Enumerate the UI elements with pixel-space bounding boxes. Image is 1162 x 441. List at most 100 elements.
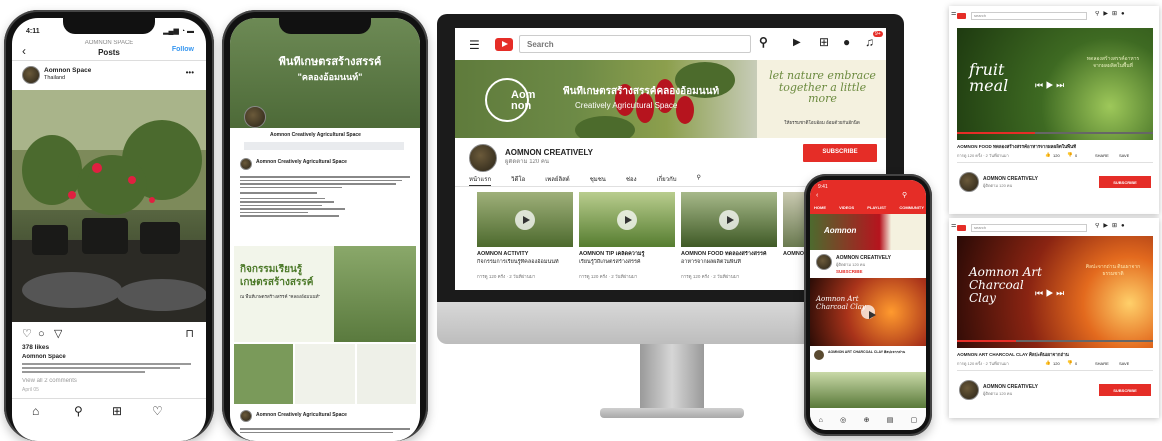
vp2-save[interactable]: SAVE [1119,361,1129,366]
vp1-channel-name[interactable]: AOMNON CREATIVELY [983,176,1038,182]
vp2-like-icon[interactable]: 👍 [1045,360,1051,366]
vp1-logo[interactable] [957,13,966,19]
footer-avatar[interactable] [240,410,252,422]
post-photo[interactable] [12,90,206,322]
view-comments-link[interactable]: View all 2 comments [22,378,77,386]
search-input[interactable]: Search [519,35,751,53]
vp1-subscribe-button[interactable]: SUBSCRIBE [1099,176,1151,188]
vp1-dislikes[interactable]: 0 [1075,153,1077,158]
vp1-controls[interactable]: ⏮ ▶ ⏭ [1035,80,1064,91]
back-icon[interactable]: ‹ [816,192,818,201]
mobile-search-icon[interactable]: ⚲ [902,192,907,201]
page-name[interactable]: Aomnon Creatively Agricultural Space [270,132,410,138]
page-avatar[interactable] [244,106,266,128]
activity-icon[interactable]: ♡ [152,404,163,419]
apps-icon[interactable]: ⊞ [819,35,829,50]
video-title[interactable]: AOMNON ACTIVITY [477,251,573,258]
vp1-menu-icon[interactable]: ☰ [951,11,956,19]
video-card[interactable]: AOMNON FOOD ทดลองสร้างสรรค์ อาหารจากผลผล… [681,192,777,286]
vp1-dislike-icon[interactable]: 👎 [1067,152,1073,158]
vp2-progress[interactable] [957,340,1153,342]
footer-author[interactable]: Aomnon Creatively Agricultural Space [256,412,406,418]
video-title[interactable]: AOMNON TIP เคล็ดความรู้ [579,251,675,258]
tab-about[interactable]: เกี่ยวกับ [657,174,677,186]
nav-library-icon[interactable]: ▢ [911,416,918,424]
search-icon[interactable]: ⚲ [759,35,768,50]
subscribe-button[interactable]: SUBSCRIBE [803,144,877,162]
tab-playlists[interactable]: เพลย์ลิสต์ [545,174,569,186]
messages-icon[interactable]: ● [843,35,850,50]
photo-grid[interactable] [234,344,416,404]
vp2-logo[interactable] [957,225,966,231]
mobile-channel-name[interactable]: AOMNON CREATIVELY [836,255,922,261]
search-icon[interactable]: ⚲ [74,404,83,419]
video-thumbnail[interactable] [477,192,573,247]
vp2-likes[interactable]: 120 [1053,361,1060,366]
bookmark-icon[interactable]: ⊓ [185,328,194,342]
mobile-list-item[interactable]: AOMNON ART CHARCOAL CLAY ศิลปะจากถ่าน [814,350,922,368]
nav-explore-icon[interactable]: ◎ [840,416,846,424]
menu-icon[interactable]: ☰ [469,38,480,53]
video-title[interactable]: AOMNON FOOD ทดลองสร้างสรรค์ [681,251,777,258]
vp1-progress[interactable] [957,132,1153,134]
tab-videos[interactable]: VIDEOS [839,205,854,210]
video-card[interactable]: AOMNON ACTIVITY กิจกรรมการเรียนรู้ที่คลอ… [477,192,573,286]
mobile-thumb[interactable] [810,372,926,408]
vp2-controls[interactable]: ⏮ ▶ ⏭ [1035,288,1064,299]
vp2-dislike-icon[interactable]: 👎 [1067,360,1073,366]
nav-add-icon[interactable]: ⊕ [864,416,870,424]
vp2-menu-icon[interactable]: ☰ [951,223,956,231]
upload-icon[interactable]: ▶ [793,37,801,50]
tab-community[interactable]: ชุมชน [590,174,606,186]
vp2-channel-name[interactable]: AOMNON CREATIVELY [983,384,1038,390]
cover-photo[interactable]: พื้นที่เกษตรสร้างสรรค์ "คลองอ้อมนนท์" [230,18,420,128]
bell-icon[interactable]: ♫ [865,35,874,50]
mobile-list-title[interactable]: AOMNON ART CHARCOAL CLAY ศิลปะจากถ่าน [828,350,922,354]
follow-button[interactable]: Follow [172,46,194,55]
play-icon[interactable] [719,209,739,230]
tab-community[interactable]: COMMUNITY [899,205,924,210]
video-card[interactable]: AOMNON TIP เคล็ดความรู้ เรียนรู้วิถีเกษต… [579,192,675,286]
add-post-icon[interactable]: ⊞ [112,404,122,419]
vp1-share[interactable]: SHARE [1095,153,1109,158]
avatar[interactable] [22,66,40,84]
play-icon[interactable] [861,305,876,319]
share-icon[interactable]: ▽ [54,328,62,342]
tab-search-icon[interactable]: ⚲ [697,174,701,186]
vp2-header-icons[interactable]: ⚲▶⊞● [1095,223,1129,231]
vp2-share[interactable]: SHARE [1095,361,1109,366]
post-author[interactable]: Aomnon Creatively Agricultural Space [256,159,406,165]
tab-playlist[interactable]: PLAYLIST [867,205,886,210]
vp2-channel-avatar[interactable] [959,380,979,400]
comment-icon[interactable]: ○ [38,328,45,342]
event-poster[interactable]: กิจกรรมเรียนรู้ เกษตรสร้างสรรค์ ณ พื้นที… [234,246,416,342]
more-icon[interactable]: ••• [186,68,194,78]
likes-count[interactable]: 378 likes [22,344,49,352]
play-icon[interactable] [617,209,637,230]
youtube-logo[interactable] [495,38,513,51]
like-icon[interactable]: ♡ [22,328,32,342]
vp1-likes[interactable]: 120 [1053,153,1060,158]
vp1-player[interactable]: fruit meal ทดลองสร้างสรรค์อาหารจากผลผลิต… [957,28,1153,140]
post-avatar[interactable] [240,158,252,170]
vp1-search-input[interactable]: search [971,12,1087,20]
vp1-save[interactable]: SAVE [1119,153,1129,158]
post-username[interactable]: Aomnon Space [44,67,91,75]
vp1-like-icon[interactable]: 👍 [1045,152,1051,158]
tab-videos[interactable]: วิดีโอ [511,174,525,186]
vp1-header-icons[interactable]: ⚲▶⊞● [1095,11,1129,19]
video-thumbnail[interactable] [579,192,675,247]
tab-home[interactable]: HOME [814,205,826,210]
tab-channels[interactable]: ช่อง [626,174,637,186]
channel-avatar[interactable] [469,144,497,172]
vp2-search-input[interactable]: search [971,224,1087,232]
home-icon[interactable]: ⌂ [32,404,39,419]
channel-name[interactable]: AOMNON CREATIVELY [505,148,593,158]
mobile-video-player[interactable]: Aomnon Art Charcoal Clay [810,278,926,346]
video-thumbnail[interactable] [681,192,777,247]
play-icon[interactable] [515,209,535,230]
vp2-player[interactable]: Aomnon Art Charcoal Clay ศิลปะจากถ่าน ดิ… [957,236,1153,348]
nav-home-icon[interactable]: ⌂ [819,417,823,424]
mobile-subscribe[interactable]: SUBSCRIBE [836,269,863,275]
vp2-dislikes[interactable]: 0 [1075,361,1077,366]
